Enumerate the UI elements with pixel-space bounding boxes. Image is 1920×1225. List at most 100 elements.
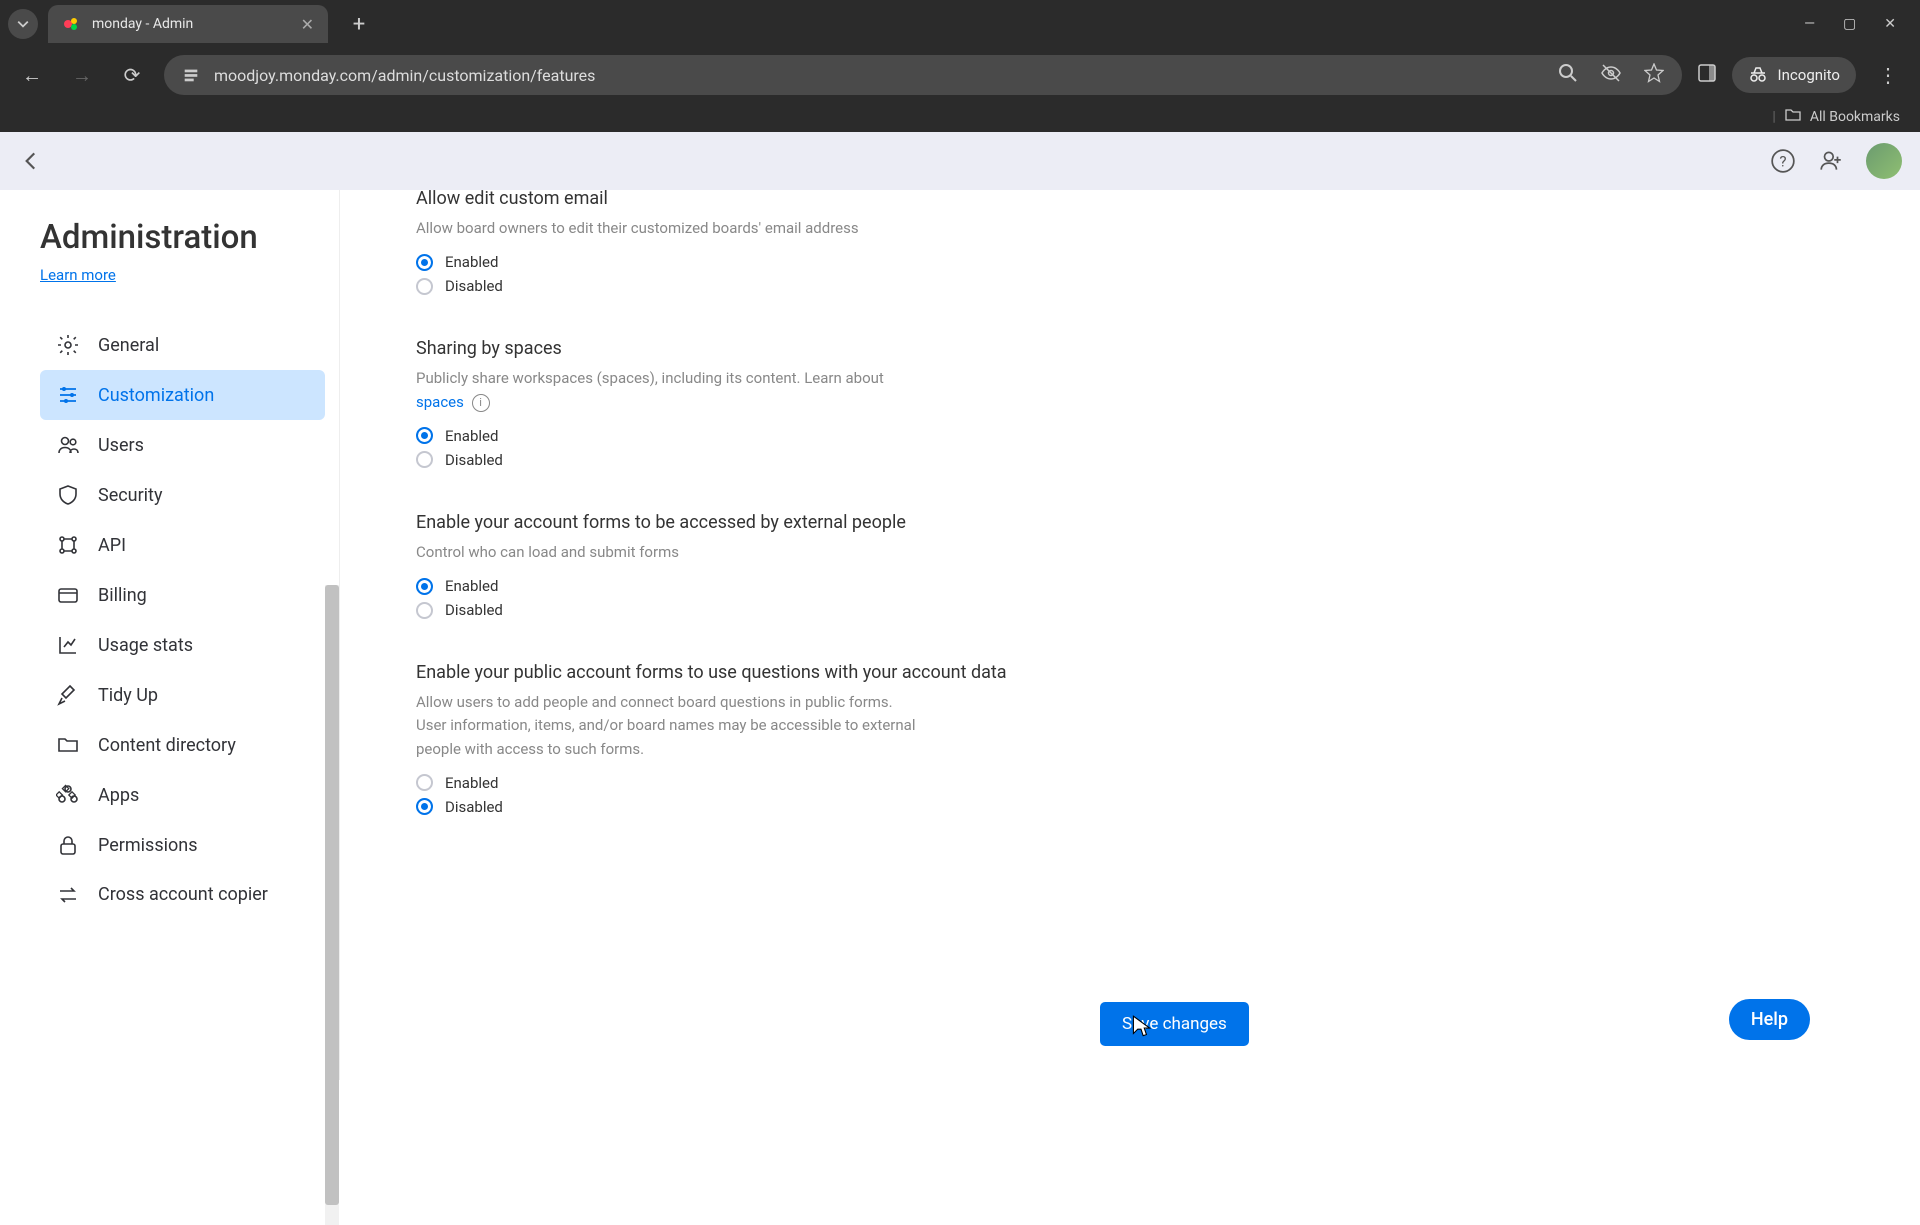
scrollbar-thumb[interactable] (325, 585, 339, 1205)
reload-button[interactable]: ⟳ (114, 57, 150, 93)
help-button[interactable]: Help (1729, 999, 1810, 1040)
url-field[interactable]: moodjoy.monday.com/admin/customization/f… (164, 55, 1682, 95)
sidebar-menu: General Customization Users Security API… (40, 320, 325, 920)
browser-chrome: monday - Admin ✕ + — ▢ ✕ ← → ⟳ moodjoy.m… (0, 0, 1920, 132)
radio-enabled[interactable]: Enabled (416, 424, 1830, 448)
lock-icon (56, 833, 80, 857)
radio-disabled[interactable]: Disabled (416, 598, 1830, 622)
sidebar-item-apps[interactable]: Apps (40, 770, 325, 820)
sidebar-item-billing[interactable]: Billing (40, 570, 325, 620)
sidebar-item-users[interactable]: Users (40, 420, 325, 470)
back-arrow-icon[interactable] (18, 148, 44, 174)
close-window-icon[interactable]: ✕ (1884, 16, 1896, 32)
radio-enabled[interactable]: Enabled (416, 574, 1830, 598)
radio-icon (416, 578, 433, 595)
section-description: Allow users to add people and connect bo… (416, 691, 916, 761)
broom-icon (56, 683, 80, 707)
section-title: Sharing by spaces (416, 338, 1830, 359)
radio-icon (416, 798, 433, 815)
site-settings-icon[interactable] (182, 66, 200, 84)
sidebar-item-security[interactable]: Security (40, 470, 325, 520)
browser-tab[interactable]: monday - Admin ✕ (48, 5, 328, 43)
chevron-down-icon (17, 18, 29, 30)
radio-enabled[interactable]: Enabled (416, 771, 1830, 795)
incognito-icon (1748, 65, 1768, 85)
radio-enabled[interactable]: Enabled (416, 250, 1830, 274)
radio-icon (416, 774, 433, 791)
sidebar-item-tidy-up[interactable]: Tidy Up (40, 670, 325, 720)
eye-off-icon[interactable] (1600, 62, 1622, 88)
sidebar-item-general[interactable]: General (40, 320, 325, 370)
radio-disabled[interactable]: Disabled (416, 274, 1830, 298)
admin-page: Administration Learn more General Custom… (0, 190, 1920, 1080)
plug-icon (56, 533, 80, 557)
apps-icon (56, 783, 80, 807)
side-panel-icon[interactable] (1696, 62, 1718, 88)
swap-icon (56, 883, 80, 907)
learn-more-link[interactable]: Learn more (40, 266, 116, 284)
minimize-icon[interactable]: — (1804, 16, 1815, 32)
search-icon[interactable] (1558, 63, 1578, 87)
radio-disabled[interactable]: Disabled (416, 795, 1830, 819)
settings-content: Allow edit custom email Allow board owne… (340, 190, 1920, 1080)
forward-button[interactable]: → (64, 57, 100, 93)
users-icon (56, 433, 80, 457)
folder-icon (1784, 106, 1802, 128)
folder-icon (56, 733, 80, 757)
setting-public-forms-account-data: Enable your public account forms to use … (416, 662, 1830, 819)
favicon-icon (62, 14, 82, 34)
save-button[interactable]: Save changes (1100, 1002, 1249, 1046)
radio-icon (416, 602, 433, 619)
card-icon (56, 583, 80, 607)
tab-strip: monday - Admin ✕ + — ▢ ✕ (0, 0, 1920, 48)
avatar[interactable] (1866, 143, 1902, 179)
shield-icon (56, 483, 80, 507)
incognito-badge[interactable]: Incognito (1732, 57, 1856, 93)
radio-icon (416, 451, 433, 468)
spaces-link[interactable]: spaces (416, 393, 464, 411)
new-tab-button[interactable]: + (342, 7, 376, 41)
app-header: ? (0, 132, 1920, 190)
maximize-icon[interactable]: ▢ (1843, 16, 1856, 32)
url-right-icons (1558, 62, 1664, 88)
svg-text:?: ? (1779, 152, 1786, 170)
section-description: Publicly share workspaces (spaces), incl… (416, 367, 916, 414)
invite-icon[interactable] (1818, 148, 1844, 174)
section-title: Enable your public account forms to use … (416, 662, 1830, 683)
bookmarks-bar: | All Bookmarks (0, 102, 1920, 132)
sidebar-item-content-directory[interactable]: Content directory (40, 720, 325, 770)
sidebar-item-customization[interactable]: Customization (40, 370, 325, 420)
sliders-icon (56, 383, 80, 407)
sidebar-item-cross-account-copier[interactable]: Cross account copier (40, 870, 325, 920)
url-text: moodjoy.monday.com/admin/customization/f… (214, 66, 595, 85)
radio-disabled[interactable]: Disabled (416, 448, 1830, 472)
chart-icon (56, 633, 80, 657)
gear-icon (56, 333, 80, 357)
radio-icon (416, 254, 433, 271)
setting-sharing-by-spaces: Sharing by spaces Publicly share workspa… (416, 338, 1830, 472)
section-description: Control who can load and submit forms (416, 541, 916, 564)
radio-icon (416, 427, 433, 444)
back-button[interactable]: ← (14, 57, 50, 93)
tab-title: monday - Admin (92, 16, 193, 32)
address-bar: ← → ⟳ moodjoy.monday.com/admin/customiza… (0, 48, 1920, 102)
all-bookmarks-link[interactable]: All Bookmarks (1810, 109, 1900, 125)
sidebar-scrollbar[interactable] (325, 585, 339, 1225)
section-description: Allow board owners to edit their customi… (416, 217, 916, 240)
setting-allow-edit-custom-email: Allow edit custom email Allow board owne… (416, 190, 1830, 298)
star-icon[interactable] (1644, 63, 1664, 87)
setting-forms-external-access: Enable your account forms to be accessed… (416, 512, 1830, 622)
info-icon[interactable]: i (472, 394, 490, 412)
tab-search-dropdown[interactable] (8, 9, 38, 39)
sidebar-item-api[interactable]: API (40, 520, 325, 570)
sidebar-item-permissions[interactable]: Permissions (40, 820, 325, 870)
help-icon[interactable]: ? (1770, 148, 1796, 174)
section-title: Enable your account forms to be accessed… (416, 512, 1830, 533)
kebab-menu-icon[interactable]: ⋮ (1870, 57, 1906, 93)
radio-icon (416, 278, 433, 295)
sidebar: Administration Learn more General Custom… (0, 190, 340, 1080)
close-icon[interactable]: ✕ (301, 15, 314, 34)
sidebar-item-usage-stats[interactable]: Usage stats (40, 620, 325, 670)
page-title: Administration (40, 218, 325, 257)
window-controls: — ▢ ✕ (1780, 0, 1920, 48)
